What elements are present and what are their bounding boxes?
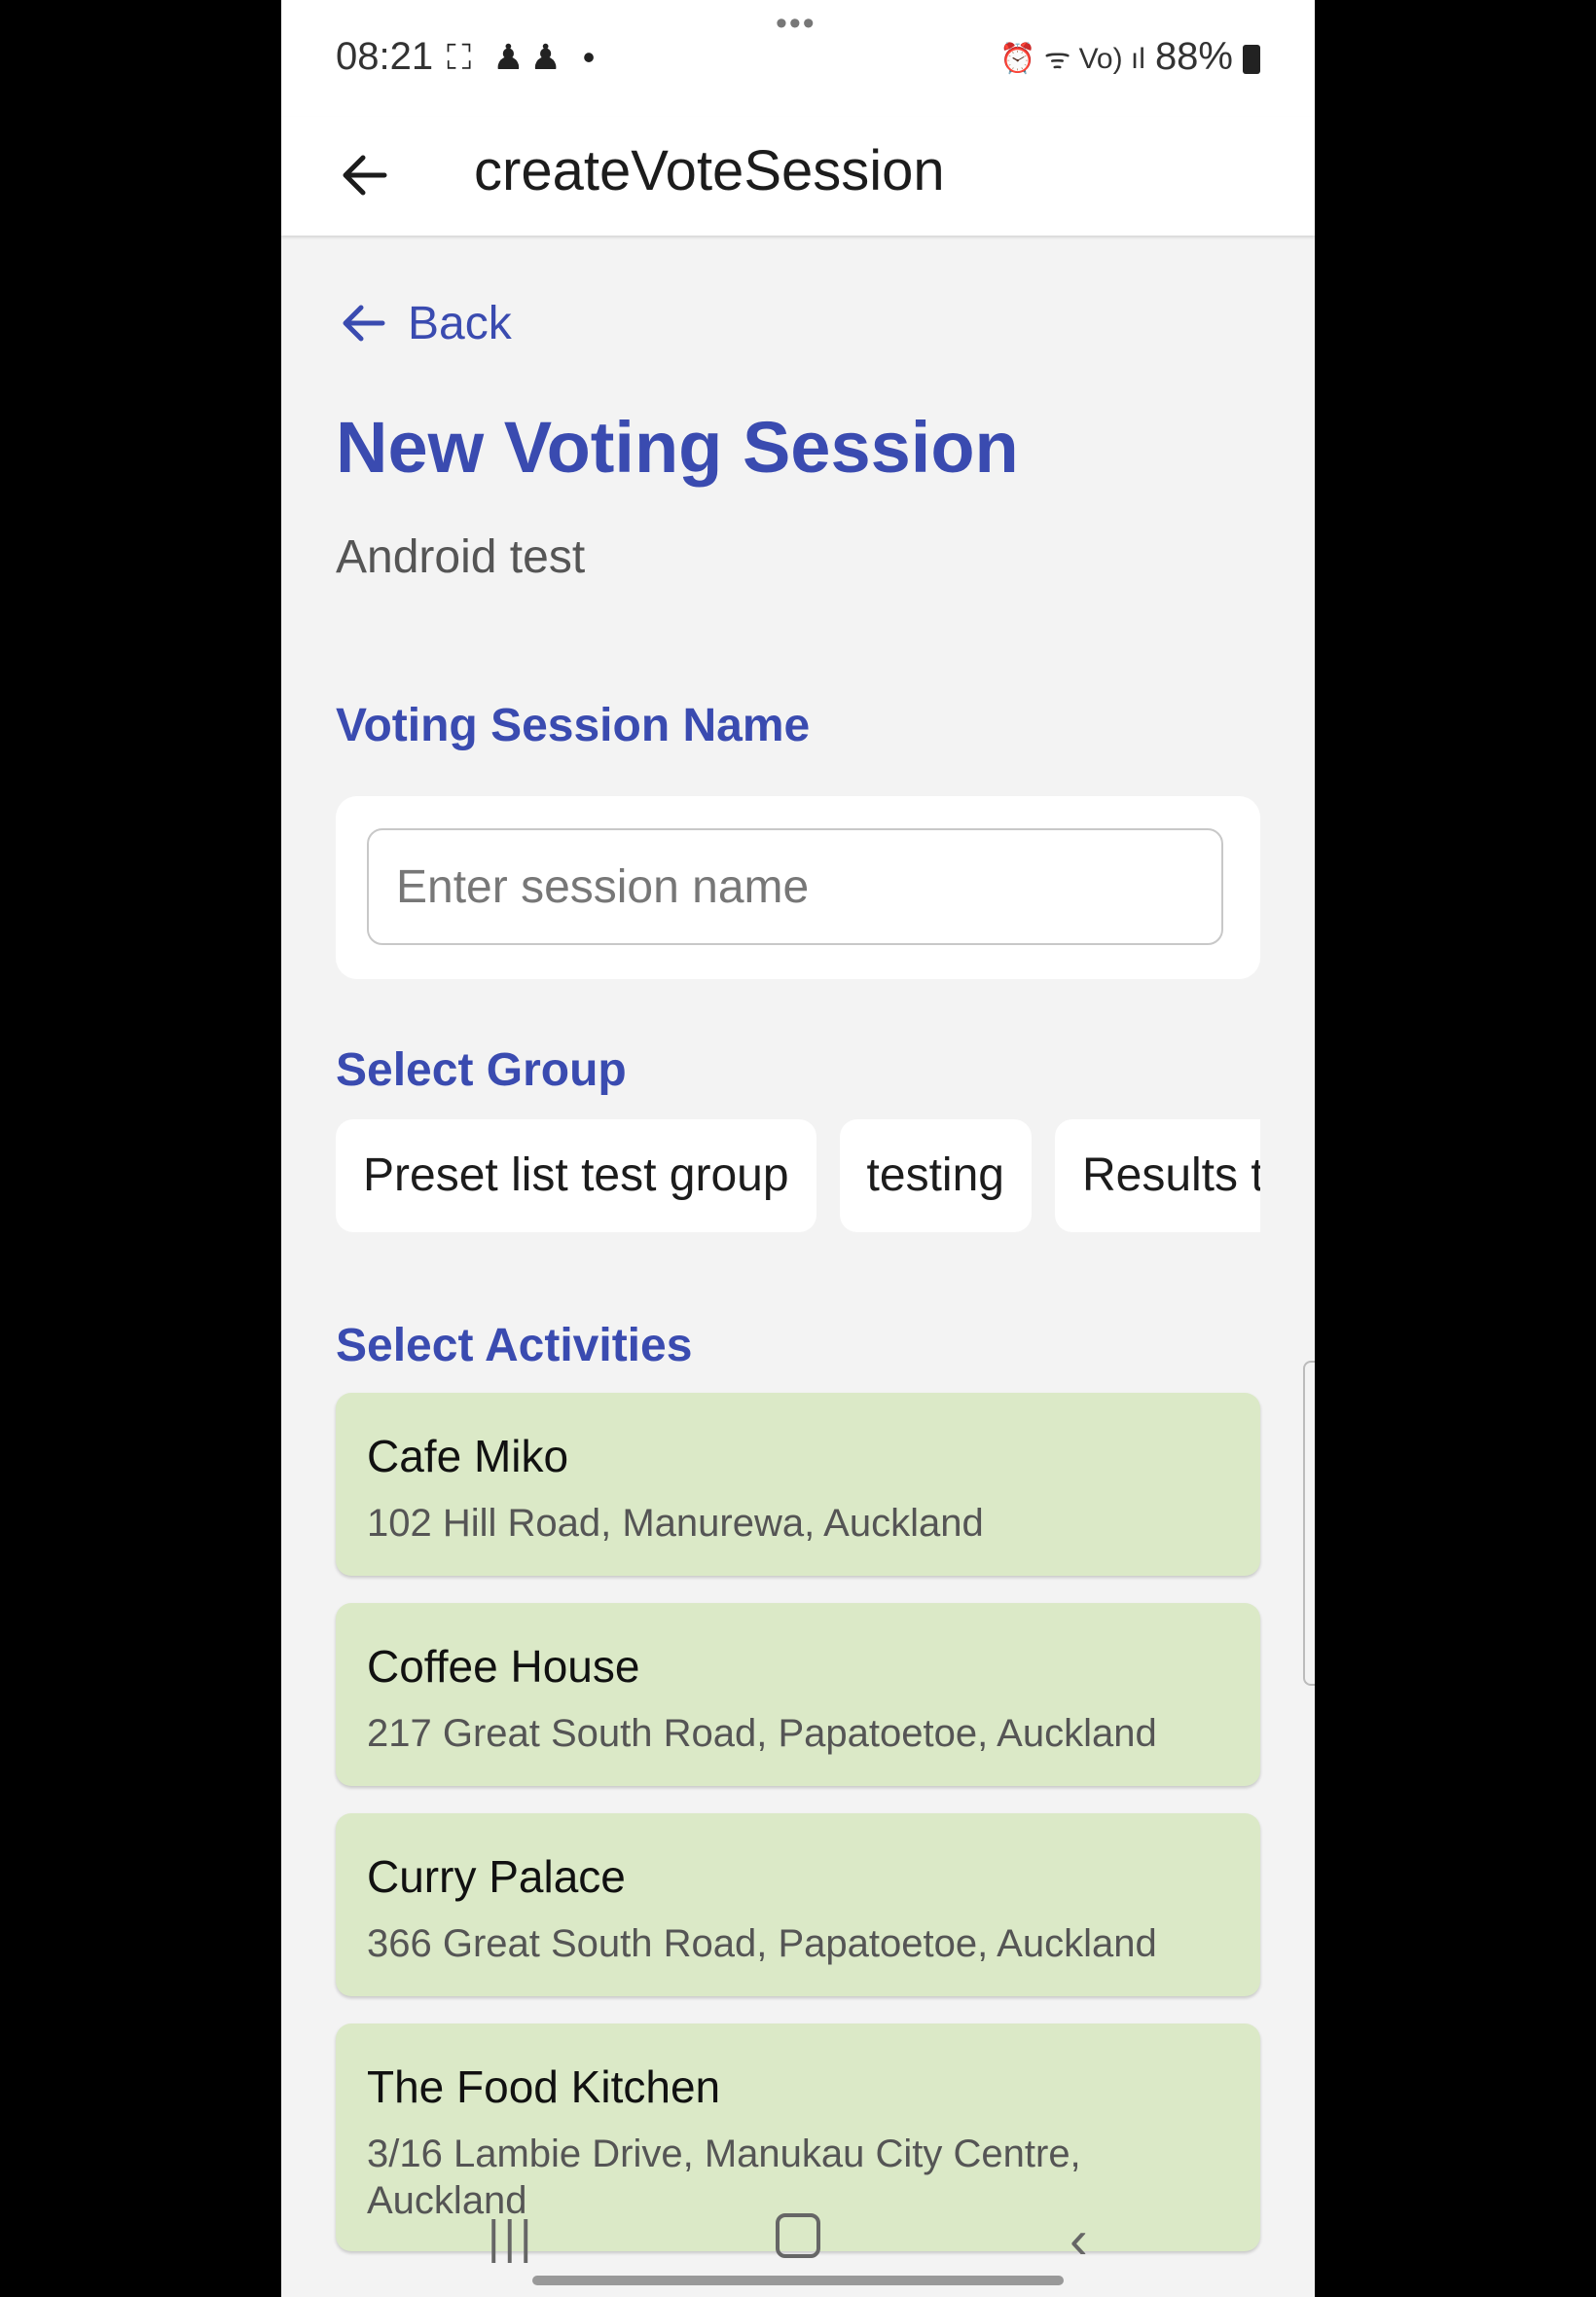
- app-bar: createVoteSession: [281, 117, 1315, 236]
- activity-name: Cafe Miko: [367, 1431, 569, 1481]
- activity-card[interactable]: Curry Palace 366 Great South Road, Papat…: [336, 1813, 1260, 1996]
- activity-name: The Food Kitchen: [367, 2061, 721, 2112]
- page-title: New Voting Session: [336, 407, 1019, 488]
- group-chip[interactable]: testing: [839, 1119, 1032, 1232]
- session-name-label: Voting Session Name: [336, 700, 811, 751]
- group-chip[interactable]: Preset list test group: [336, 1119, 816, 1232]
- activity-address: 366 Great South Road, Papatoetoe, Auckla…: [367, 1922, 1157, 1965]
- status-time: 08:21: [336, 35, 434, 78]
- more-dots-icon: •••: [776, 5, 816, 42]
- group-chip[interactable]: Results test: [1054, 1119, 1260, 1232]
- activity-list: Cafe Miko 102 Hill Road, Manurewa, Auckl…: [336, 1393, 1260, 2279]
- arrow-left-icon: [343, 155, 387, 196]
- appbar-back-button[interactable]: [328, 136, 406, 214]
- scroll-indicator[interactable]: [1303, 1361, 1315, 1686]
- gesture-handle[interactable]: [532, 2276, 1064, 2285]
- page-subtitle: Android test: [336, 531, 586, 583]
- arrow-left-icon: [343, 305, 385, 342]
- group-chips: Preset list test grouptestingResults tes…: [336, 1119, 1260, 1234]
- home-icon[interactable]: [776, 2213, 820, 2258]
- status-bar: ••• 08:21 ⛶ ♟♟ • ⏰ ᯤ Vo) ıl 88%: [281, 0, 1315, 117]
- session-name-input[interactable]: [367, 828, 1223, 945]
- battery-level: 88%: [1154, 35, 1233, 78]
- phone-screen: ••• 08:21 ⛶ ♟♟ • ⏰ ᯤ Vo) ıl 88% createVo…: [281, 0, 1315, 2297]
- status-right: ⏰ ᯤ Vo) ıl 88%: [999, 35, 1260, 79]
- back-link[interactable]: Back: [336, 296, 512, 350]
- activity-address: 102 Hill Road, Manurewa, Auckland: [367, 1502, 984, 1545]
- appbar-title: createVoteSession: [474, 139, 945, 202]
- nav-back-icon[interactable]: ‹: [1070, 2207, 1088, 2271]
- system-nav-bar: ||| ‹: [281, 2200, 1315, 2297]
- activity-name: Coffee House: [367, 1641, 640, 1692]
- battery-icon: [1243, 44, 1260, 74]
- select-activities-label: Select Activities: [336, 1320, 693, 1371]
- activity-address: 217 Great South Road, Papatoetoe, Auckla…: [367, 1712, 1157, 1755]
- activity-card[interactable]: Cafe Miko 102 Hill Road, Manurewa, Auckl…: [336, 1393, 1260, 1576]
- recents-icon[interactable]: |||: [488, 2211, 535, 2265]
- notification-icons: ⛶ ♟♟ •: [447, 37, 601, 77]
- session-name-card: [336, 796, 1260, 979]
- signal-icons: ⏰ ᯤ Vo) ıl: [999, 43, 1145, 75]
- select-group-label: Select Group: [336, 1044, 627, 1096]
- activity-card[interactable]: Coffee House 217 Great South Road, Papat…: [336, 1603, 1260, 1786]
- back-link-label: Back: [408, 297, 512, 349]
- activity-name: Curry Palace: [367, 1851, 626, 1902]
